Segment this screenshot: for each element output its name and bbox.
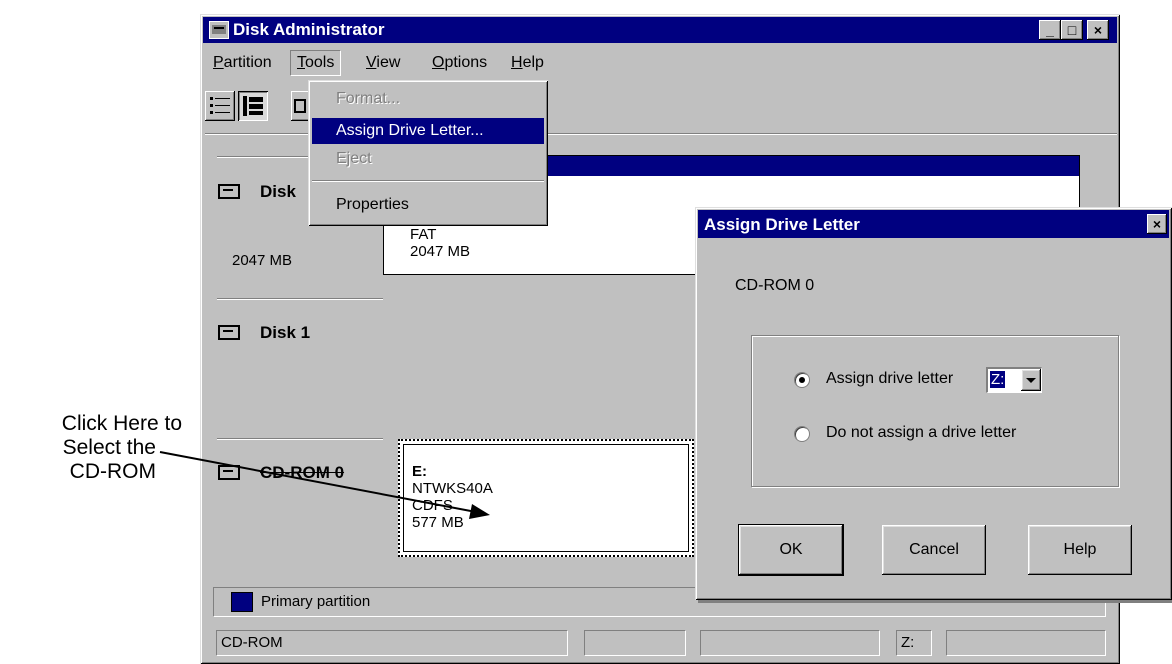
dialog-title: Assign Drive Letter [704,215,860,234]
assign-letter-label[interactable]: Assign drive letter [826,370,953,388]
drive-letter-group: Assign drive letter Z: Do not assign a d… [751,335,1119,487]
selected-drive-letter: Z: [988,370,1007,389]
dropdown-arrow-button[interactable] [1021,369,1041,391]
ok-button[interactable]: OK [738,524,844,576]
status-pane [946,630,1106,656]
dialog-close-button[interactable]: × [1147,214,1167,234]
menu-item-eject[interactable]: Eject [312,146,544,172]
drive-letter-select[interactable]: Z: [986,367,1042,393]
status-selection: CD-ROM [216,630,568,656]
close-icon: × [1152,216,1162,232]
status-pane [584,630,686,656]
help-button[interactable]: Help [1028,525,1132,575]
cancel-button[interactable]: Cancel [882,525,986,575]
menu-item-properties[interactable]: Properties [312,192,544,218]
tools-menu-dropdown: Format... Assign Drive Letter... Eject P… [308,80,548,226]
legend-swatch [231,592,253,612]
chevron-down-icon [1026,378,1036,383]
assign-drive-letter-dialog: Assign Drive Letter × CD-ROM 0 Assign dr… [695,207,1172,600]
menu-item-assign-drive-letter[interactable]: Assign Drive Letter... [312,118,544,144]
dialog-device-name: CD-ROM 0 [735,277,815,294]
menu-separator [312,180,544,182]
assign-letter-radio[interactable] [794,372,810,388]
no-letter-label[interactable]: Do not assign a drive letter [826,424,1016,442]
legend-label: Primary partition [261,593,371,610]
menu-item-format[interactable]: Format... [312,86,544,112]
status-drive-letter: Z: [896,630,932,656]
no-letter-radio[interactable] [794,426,810,442]
dialog-title-bar: Assign Drive Letter × [698,210,1169,238]
status-pane [700,630,880,656]
